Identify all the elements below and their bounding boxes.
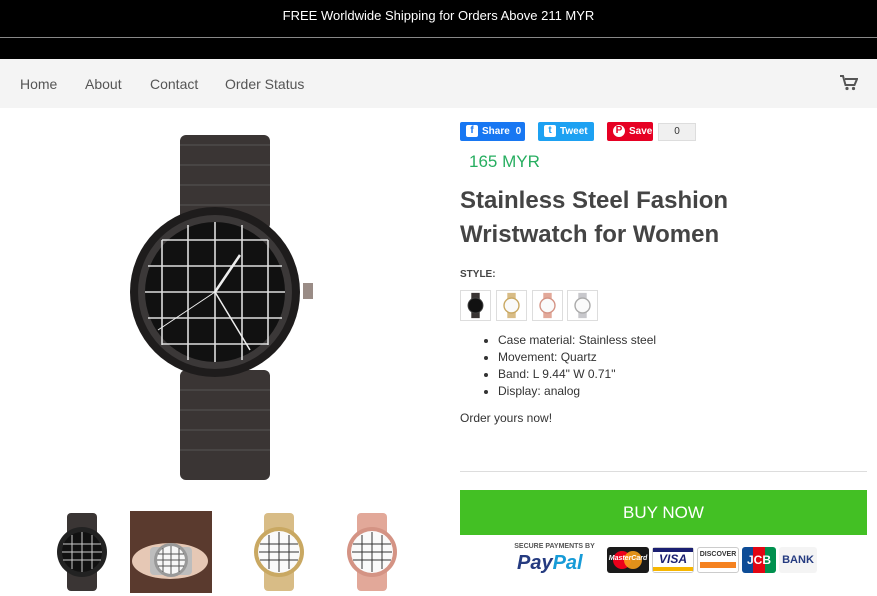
discover-icon: DISCOVER <box>697 547 739 573</box>
feature-item: Band: L 9.44" W 0.71" <box>498 366 656 383</box>
thumbnail-gold-watch[interactable] <box>242 511 324 593</box>
style-label: STYLE: <box>460 269 496 280</box>
paypal-logo: PayPal <box>517 552 583 574</box>
thumbnail-black-watch[interactable] <box>45 511 127 593</box>
divider <box>0 37 877 38</box>
order-cta-text: Order yours now! <box>460 411 553 425</box>
facebook-icon: f <box>466 125 478 137</box>
feature-list: Case material: Stainless steel Movement:… <box>498 332 656 400</box>
twitter-icon: t <box>544 125 556 137</box>
divider <box>460 471 867 472</box>
style-swatch-rose-gold[interactable] <box>532 290 563 321</box>
facebook-share-label: Share <box>482 126 510 137</box>
product-price: 165 MYR <box>469 152 540 171</box>
announcement-text: FREE Worldwide Shipping for Orders Above… <box>282 8 595 23</box>
style-swatch-black[interactable] <box>460 290 491 321</box>
nav-about[interactable]: About <box>85 76 122 92</box>
visa-icon: VISA <box>652 547 694 573</box>
style-swatch-silver[interactable] <box>567 290 598 321</box>
buy-now-button[interactable]: BUY NOW <box>460 490 867 535</box>
product-title: Stainless Steel Fashion Wristwatch for W… <box>460 187 729 248</box>
product-main-image[interactable] <box>100 120 340 490</box>
secure-payments-label: SECURE PAYMENTS BY <box>514 543 595 550</box>
nav-contact[interactable]: Contact <box>150 76 198 92</box>
pinterest-icon: P <box>613 125 625 137</box>
pinterest-save-button[interactable]: P Save <box>607 122 653 141</box>
nav-order-status[interactable]: Order Status <box>225 76 304 92</box>
mastercard-icon: MasterCard <box>607 547 649 573</box>
thumbnail-wrist-watch[interactable] <box>130 511 212 593</box>
thumbnail-rose-gold-watch[interactable] <box>335 511 417 593</box>
feature-item: Movement: Quartz <box>498 349 656 366</box>
pinterest-save-label: Save <box>629 126 653 137</box>
pinterest-save-count: 0 <box>658 123 696 141</box>
feature-item: Case material: Stainless steel <box>498 332 656 349</box>
jcb-icon: JCB <box>742 547 776 573</box>
main-nav: Home About Contact Order Status <box>0 59 877 108</box>
nav-home[interactable]: Home <box>20 76 57 92</box>
style-swatch-gold[interactable] <box>496 290 527 321</box>
tweet-label: Tweet <box>560 126 588 137</box>
twitter-tweet-button[interactable]: t Tweet <box>538 122 594 141</box>
announcement-bar: FREE Worldwide Shipping for Orders Above… <box>0 0 877 59</box>
facebook-share-count: 0 <box>515 126 522 137</box>
feature-item: Display: analog <box>498 383 656 400</box>
shopping-cart-icon[interactable] <box>840 75 858 91</box>
bank-icon: BANK <box>779 547 817 573</box>
facebook-share-button[interactable]: f Share 0 <box>460 122 525 141</box>
